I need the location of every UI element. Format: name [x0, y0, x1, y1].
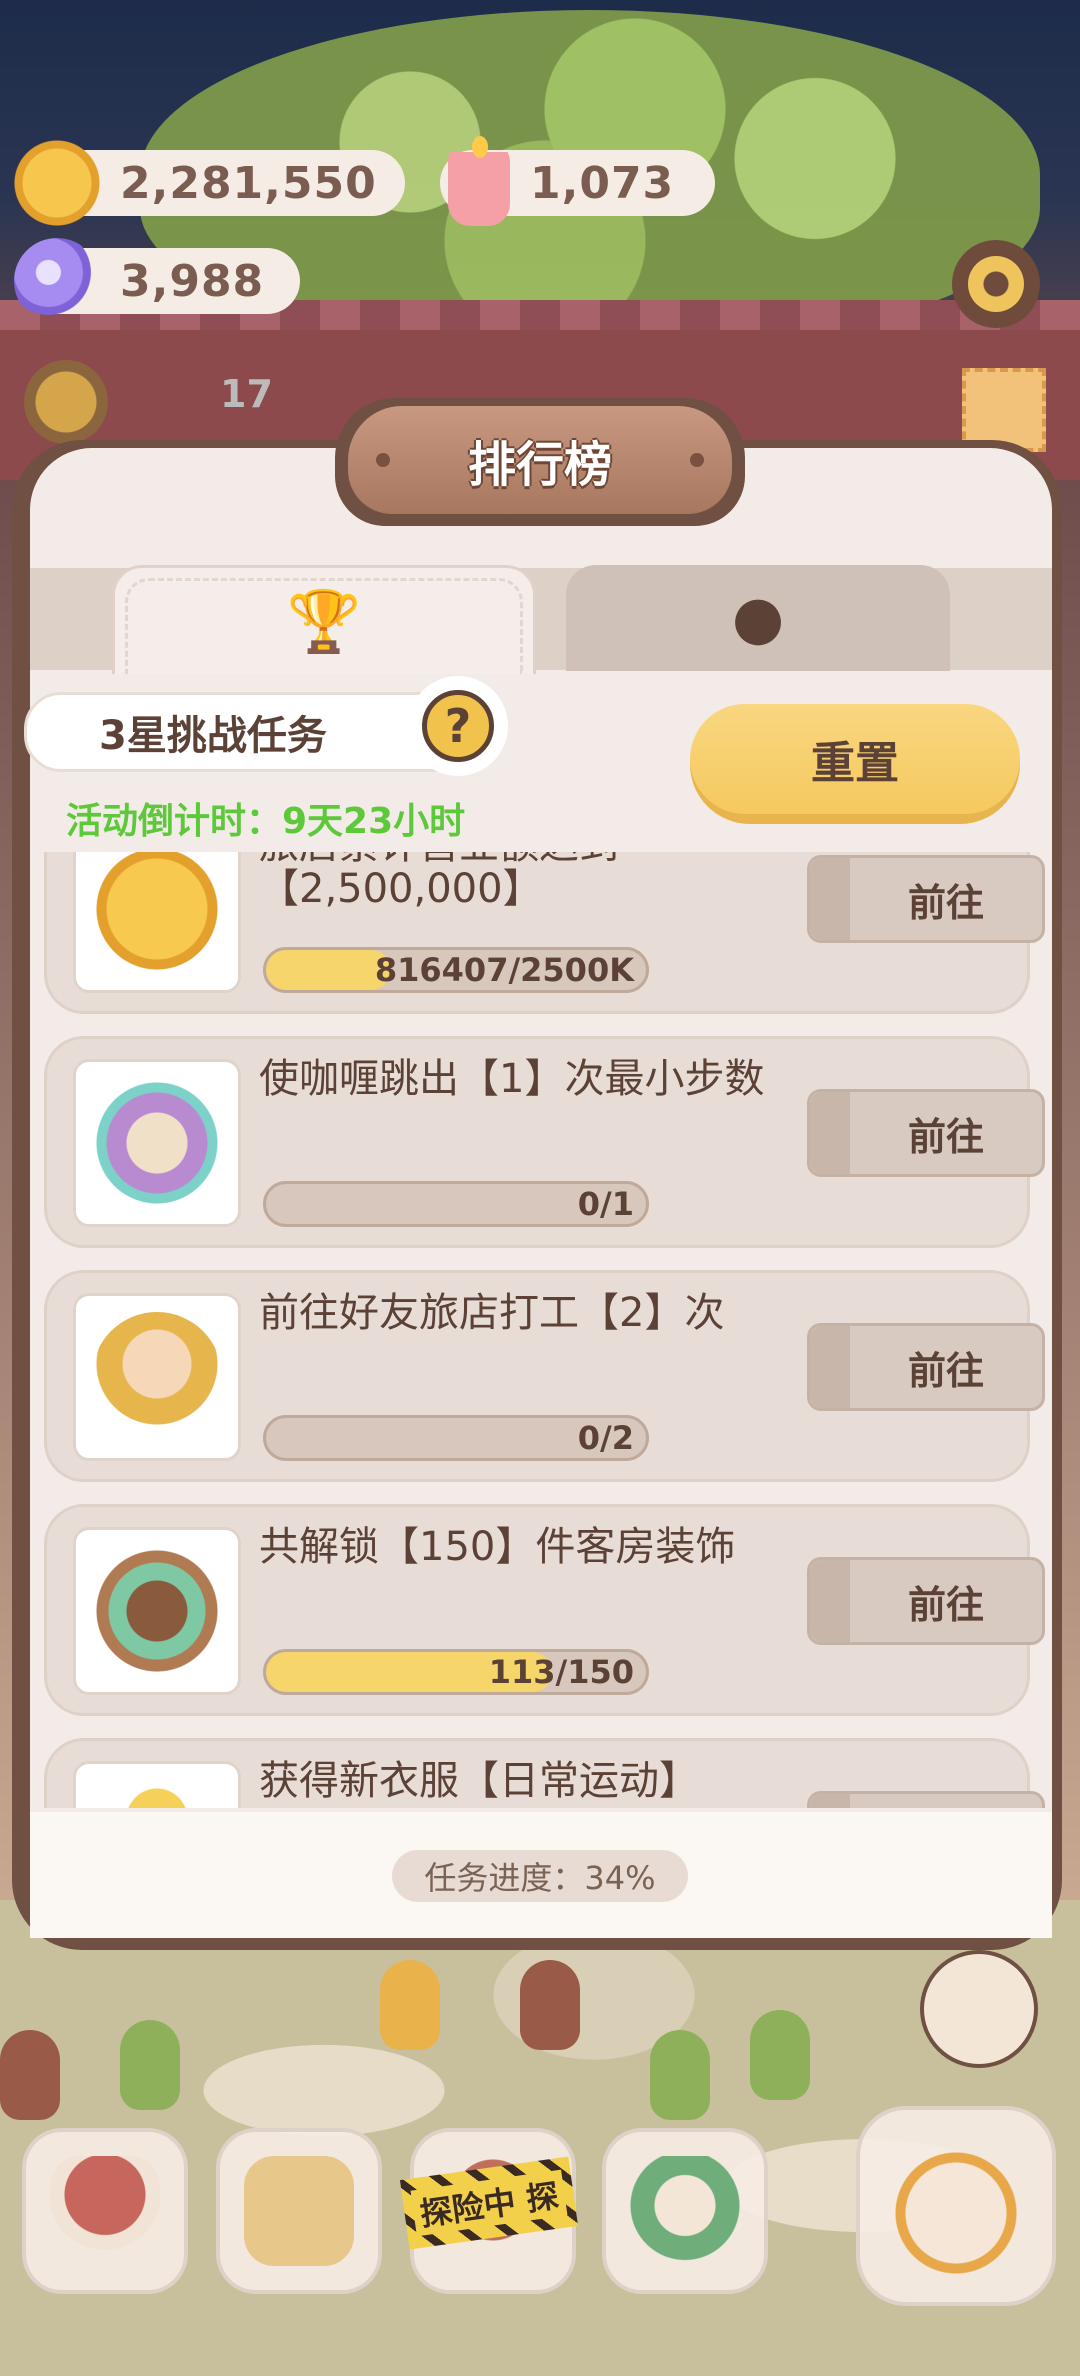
challenge-label-pill: 3星挑战任务: [24, 692, 470, 772]
question-icon: ?: [422, 690, 494, 762]
overall-progress: 任务进度：34%: [392, 1850, 688, 1902]
dice-gauge-icon: [92, 1078, 222, 1208]
monkey-badge-icon: [92, 1546, 222, 1676]
sun-icon[interactable]: [24, 360, 108, 444]
go-button-label: 前往: [850, 1794, 1042, 1808]
npc-character[interactable]: [0, 2030, 60, 2120]
task-progress-bar: 0/2: [263, 1415, 649, 1461]
candle-currency: 1,073: [440, 136, 715, 226]
go-button-label: 前往: [907, 1348, 984, 1393]
task-thumb: [73, 1761, 241, 1808]
candle-icon: [448, 136, 510, 226]
shop-icon: [630, 2156, 740, 2266]
task-name: 获得新衣服【日常运动】: [259, 1758, 699, 1804]
reset-button-label: 重置: [690, 704, 1020, 814]
task-row: 获得新衣服【日常运动】 前往: [44, 1738, 1045, 1808]
reset-button[interactable]: 重置: [690, 704, 1020, 824]
character-clock-icon: [886, 2136, 1026, 2276]
worker-girl-icon: [92, 1312, 222, 1442]
bear-chat-icon[interactable]: [920, 1950, 1038, 2068]
go-button[interactable]: 前往: [807, 1089, 1045, 1177]
notebook-icon: [244, 2156, 354, 2266]
event-countdown: 活动倒计时：9天23小时: [66, 801, 466, 842]
task-name: 使咖喱跳出【1】次最小步数: [259, 1056, 765, 1102]
task-list[interactable]: 旅店累计营业额达到【2,500,000】 816407/2500K 前往 使咖喱…: [30, 852, 1052, 1808]
candle-count: 1,073: [530, 157, 675, 209]
go-button[interactable]: 前往: [807, 1557, 1045, 1645]
mini-count: 17: [220, 372, 273, 416]
task-progress-text: 113/150: [488, 1653, 634, 1691]
task-row: 共解锁【150】件客房装饰 113/150 前往: [44, 1504, 1045, 1716]
challenge-label: 3星挑战任务: [99, 713, 327, 759]
panel-title: 排行榜: [467, 437, 612, 493]
trophy-icon: 🏆: [286, 586, 362, 657]
nav-shop[interactable]: [602, 2128, 768, 2294]
help-button[interactable]: ?: [408, 676, 508, 776]
settings-gear-icon[interactable]: [952, 240, 1040, 328]
title-plate: 排行榜: [348, 406, 732, 514]
task-name: 旅店累计营业额达到【2,500,000】: [259, 852, 619, 912]
task-progress-bar: 816407/2500K: [263, 947, 649, 993]
cookie-bowl-icon: ●: [731, 583, 785, 653]
ring-icon: [92, 1780, 222, 1808]
task-thumb: [73, 1059, 241, 1227]
task-progress-text: 816407/2500K: [374, 951, 634, 989]
task-thumb: [73, 1527, 241, 1695]
gem-icon: [14, 238, 100, 324]
task-progress-bar: 0/1: [263, 1181, 649, 1227]
gem-currency: 3,988: [14, 238, 300, 324]
tab-cookie-bowl[interactable]: ●: [566, 565, 950, 671]
go-button[interactable]: 前往: [807, 1323, 1045, 1411]
task-progress-text: 0/1: [577, 1185, 634, 1223]
task-thumb: [73, 1293, 241, 1461]
gem-count: 3,988: [120, 255, 265, 307]
go-button[interactable]: 前往: [807, 1791, 1045, 1808]
plate-rivet-icon: [690, 453, 704, 467]
tab-trophy[interactable]: 🏆: [112, 565, 536, 674]
npc-character[interactable]: [520, 1960, 580, 2050]
nav-mushroom-house[interactable]: [22, 2128, 188, 2294]
task-thumb: [73, 852, 241, 993]
npc-character[interactable]: [750, 2010, 810, 2100]
go-button-label: 前往: [907, 1114, 984, 1159]
task-row: 使咖喱跳出【1】次最小步数 0/1 前往: [44, 1036, 1045, 1248]
task-row: 旅店累计营业额达到【2,500,000】 816407/2500K 前往: [44, 852, 1045, 1014]
task-progress-fill: [266, 950, 392, 990]
task-progress-text: 0/2: [577, 1419, 634, 1457]
go-button[interactable]: 前往: [807, 855, 1045, 943]
task-progress-bar: 113/150: [263, 1649, 649, 1695]
go-button-label: 前往: [907, 880, 984, 925]
cookie-icon: [92, 852, 222, 974]
task-name: 前往好友旅店打工【2】次: [259, 1290, 725, 1336]
task-row: 前往好友旅店打工【2】次 0/2 前往: [44, 1270, 1045, 1482]
mushroom-house-icon: [50, 2156, 160, 2266]
nav-character[interactable]: [856, 2106, 1056, 2306]
cookie-currency: 2,281,550: [14, 140, 405, 226]
npc-character[interactable]: [380, 1960, 440, 2050]
cookie-count: 2,281,550: [120, 157, 377, 209]
npc-character[interactable]: [650, 2030, 710, 2120]
exploring-label: 探险中 探: [410, 2169, 568, 2237]
cookie-icon: [14, 140, 100, 226]
go-button-label: 前往: [907, 1582, 984, 1627]
npc-character[interactable]: [120, 2020, 180, 2110]
plate-rivet-icon: [376, 453, 390, 467]
task-name: 共解锁【150】件客房装饰: [259, 1524, 736, 1570]
nav-notebook[interactable]: [216, 2128, 382, 2294]
